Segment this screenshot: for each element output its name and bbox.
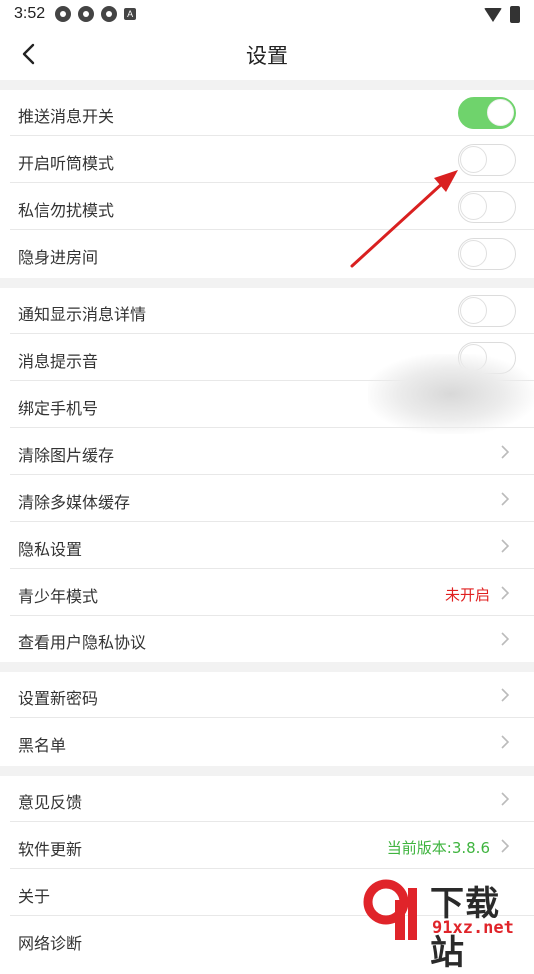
row-feedback[interactable]: 意见反馈	[0, 776, 534, 822]
chevron-right-icon	[501, 445, 510, 459]
row-label: 意见反馈	[18, 793, 83, 812]
notification-icons: A	[55, 6, 137, 22]
toggle-knob	[460, 297, 487, 324]
teen-mode-status: 未开启	[444, 586, 490, 604]
row-label: 隐身进房间	[18, 248, 99, 267]
row-blacklist[interactable]: 黑名单	[0, 719, 534, 765]
a-notification-icon: A	[124, 8, 137, 20]
row-label: 设置新密码	[18, 689, 99, 708]
row-new-password[interactable]: 设置新密码	[0, 672, 534, 718]
row-label: 私信勿扰模式	[18, 201, 115, 220]
row-label: 推送消息开关	[18, 107, 115, 126]
wifi-icon	[484, 7, 502, 22]
row-label: 青少年模式	[18, 587, 99, 606]
divider	[10, 135, 534, 136]
site-watermark: 下载站 91xz.net	[360, 874, 530, 973]
section-gap	[0, 662, 534, 672]
gear-notification-icon	[55, 6, 72, 22]
divider	[10, 333, 534, 334]
chevron-right-icon	[501, 586, 510, 600]
row-privacy-settings[interactable]: 隐私设置	[0, 523, 534, 569]
toggle-knob	[487, 99, 514, 126]
row-teen-mode[interactable]: 青少年模式 未开启	[0, 570, 534, 616]
chevron-right-icon	[501, 688, 510, 702]
row-label: 隐私设置	[18, 540, 83, 559]
chevron-right-icon	[501, 735, 510, 749]
row-label: 消息提示音	[18, 352, 99, 371]
row-label: 软件更新	[18, 840, 83, 859]
row-notif-detail[interactable]: 通知显示消息详情	[0, 288, 534, 334]
row-label: 通知显示消息详情	[18, 305, 147, 324]
push-toggle-switch[interactable]	[458, 97, 516, 129]
page-title: 设置	[246, 44, 288, 68]
row-clear-image-cache[interactable]: 清除图片缓存	[0, 429, 534, 475]
gear-notification-icon	[78, 6, 95, 22]
divider	[10, 474, 534, 475]
nav-bar: 设置	[0, 28, 534, 80]
notif-detail-toggle-switch[interactable]	[458, 295, 516, 327]
chevron-right-icon	[501, 492, 510, 506]
current-version: 当前版本:3.8.6	[386, 839, 490, 857]
row-label: 清除多媒体缓存	[18, 493, 131, 512]
red-annotation-arrow	[350, 170, 458, 268]
row-label: 查看用户隐私协议	[18, 633, 147, 652]
row-clear-media-cache[interactable]: 清除多媒体缓存	[0, 476, 534, 522]
divider	[10, 821, 534, 822]
row-label: 黑名单	[18, 736, 67, 755]
divider	[10, 521, 534, 522]
blurred-area	[368, 354, 534, 434]
divider	[10, 717, 534, 718]
row-label: 绑定手机号	[18, 399, 99, 418]
chevron-right-icon	[501, 632, 510, 646]
status-time: 3:52	[14, 5, 46, 22]
status-bar: 3:52 A	[0, 0, 534, 28]
divider	[10, 868, 534, 869]
chevron-right-icon	[501, 539, 510, 553]
row-push-toggle[interactable]: 推送消息开关	[0, 90, 534, 136]
chevron-right-icon	[501, 792, 510, 806]
watermark-url: 91xz.net	[432, 918, 514, 938]
watermark-logo-icon	[363, 879, 417, 940]
row-label: 开启听筒模式	[18, 154, 115, 173]
row-privacy-policy[interactable]: 查看用户隐私协议	[0, 616, 534, 662]
row-label: 网络诊断	[18, 934, 83, 953]
row-label: 关于	[18, 887, 51, 906]
divider	[10, 568, 534, 569]
gear-notification-icon	[101, 6, 118, 22]
chevron-right-icon	[501, 839, 510, 853]
row-software-update[interactable]: 软件更新 当前版本:3.8.6	[0, 823, 534, 869]
section-gap	[0, 766, 534, 776]
battery-icon	[510, 6, 520, 23]
row-label: 清除图片缓存	[18, 446, 115, 465]
section-gap	[0, 80, 534, 90]
